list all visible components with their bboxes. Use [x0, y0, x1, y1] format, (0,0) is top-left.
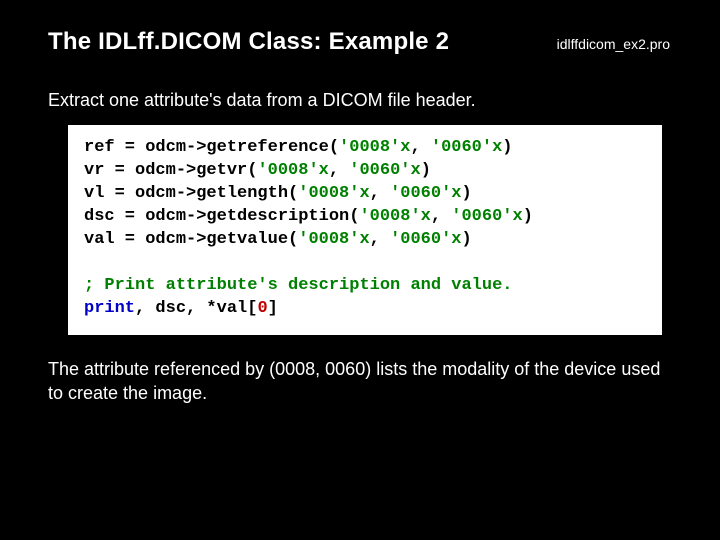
filename-label: idlffdicom_ex2.pro	[557, 36, 672, 52]
code-line-3: vl = odcm->getlength('0008'x, '0060'x)	[84, 184, 472, 203]
caption-text: The attribute referenced by (0008, 0060)…	[48, 357, 672, 406]
slide-subtitle: Extract one attribute's data from a DICO…	[48, 90, 672, 111]
header-row: The IDLff.DICOM Class: Example 2 idlffdi…	[48, 28, 672, 56]
slide-title: The IDLff.DICOM Class: Example 2	[48, 28, 449, 56]
code-line-5: val = odcm->getvalue('0008'x, '0060'x)	[84, 230, 472, 249]
code-print-line: print, dsc, *val[0]	[84, 299, 278, 318]
code-comment: ; Print attribute's description and valu…	[84, 276, 512, 295]
code-line-4: dsc = odcm->getdescription('0008'x, '006…	[84, 207, 533, 226]
slide: The IDLff.DICOM Class: Example 2 idlffdi…	[0, 0, 720, 405]
code-line-2: vr = odcm->getvr('0008'x, '0060'x)	[84, 161, 431, 180]
code-block: ref = odcm->getreference('0008'x, '0060'…	[68, 125, 662, 335]
code-line-1: ref = odcm->getreference('0008'x, '0060'…	[84, 138, 513, 157]
